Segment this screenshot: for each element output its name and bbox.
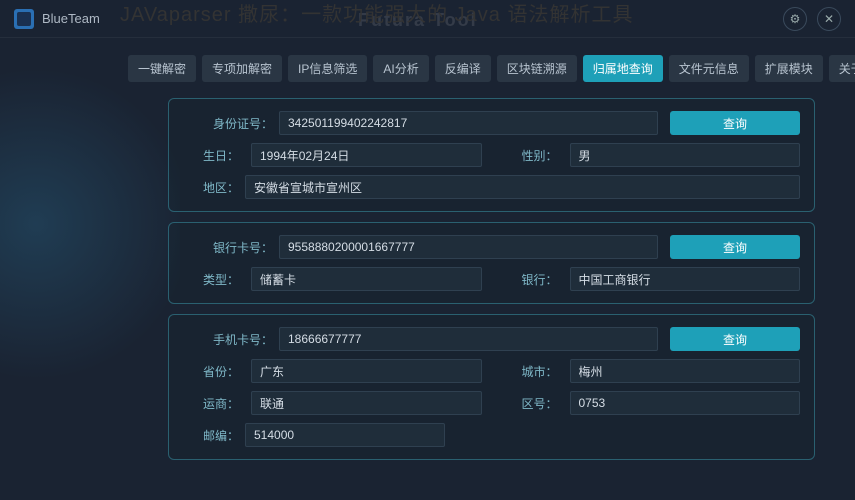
tab-ip-filter[interactable]: IP信息筛选 bbox=[288, 55, 367, 82]
phone-number-label: 手机卡号： bbox=[183, 331, 273, 348]
tab-bar: 一键解密 专项加解密 IP信息筛选 AI分析 反编译 区块链溯源 归属地查询 文… bbox=[0, 38, 855, 94]
phone-number-input[interactable] bbox=[279, 327, 658, 351]
tab-decompile[interactable]: 反编译 bbox=[435, 55, 491, 82]
bank-card-label: 银行卡号： bbox=[183, 239, 273, 256]
bank-section: 银行卡号： 查询 类型： 银行： bbox=[168, 222, 815, 304]
app-name: BlueTeam bbox=[42, 11, 100, 26]
phone-query-button[interactable]: 查询 bbox=[670, 327, 800, 351]
card-type-label: 类型： bbox=[183, 271, 239, 288]
area-code-label: 区号： bbox=[502, 395, 558, 412]
tab-ai-analysis[interactable]: AI分析 bbox=[373, 55, 428, 82]
close-icon: ✕ bbox=[824, 12, 834, 26]
region-field[interactable] bbox=[245, 175, 800, 199]
tab-extensions[interactable]: 扩展模块 bbox=[755, 55, 823, 82]
id-query-button[interactable]: 查询 bbox=[670, 111, 800, 135]
bank-card-input[interactable] bbox=[279, 235, 658, 259]
close-button[interactable]: ✕ bbox=[817, 7, 841, 31]
tab-decrypt[interactable]: 一键解密 bbox=[128, 55, 196, 82]
province-label: 省份： bbox=[183, 363, 239, 380]
bank-query-button[interactable]: 查询 bbox=[670, 235, 800, 259]
tab-blockchain[interactable]: 区块链溯源 bbox=[497, 55, 577, 82]
card-type-field[interactable] bbox=[251, 267, 482, 291]
bank-name-label: 银行： bbox=[502, 271, 558, 288]
postal-field[interactable] bbox=[245, 423, 445, 447]
city-field[interactable] bbox=[570, 359, 801, 383]
carrier-field[interactable] bbox=[251, 391, 482, 415]
region-label: 地区： bbox=[183, 179, 239, 196]
bank-name-field[interactable] bbox=[570, 267, 801, 291]
id-number-input[interactable] bbox=[279, 111, 658, 135]
app-logo-icon bbox=[14, 9, 34, 29]
birth-label: 生日： bbox=[183, 147, 239, 164]
gender-field[interactable] bbox=[570, 143, 801, 167]
tab-about[interactable]: 关于 bbox=[829, 55, 855, 82]
tab-location-lookup[interactable]: 归属地查询 bbox=[583, 55, 663, 82]
gender-label: 性别： bbox=[502, 147, 558, 164]
phone-section: 手机卡号： 查询 省份： 城市： 运商： 区号： bbox=[168, 314, 815, 460]
tab-file-meta[interactable]: 文件元信息 bbox=[669, 55, 749, 82]
gear-icon: ⚙ bbox=[790, 12, 801, 26]
postal-label: 邮编： bbox=[183, 427, 239, 444]
area-code-field[interactable] bbox=[570, 391, 801, 415]
settings-button[interactable]: ⚙ bbox=[783, 7, 807, 31]
id-number-label: 身份证号： bbox=[183, 115, 273, 132]
city-label: 城市： bbox=[502, 363, 558, 380]
carrier-label: 运商： bbox=[183, 395, 239, 412]
id-section: 身份证号： 查询 生日： 性别： 地区： bbox=[168, 98, 815, 212]
birth-field[interactable] bbox=[251, 143, 482, 167]
page-heading: JAVaparser 撒尿：一款功能强大的 Java 语法解析工具 bbox=[120, 0, 633, 27]
tab-special-crypto[interactable]: 专项加解密 bbox=[202, 55, 282, 82]
province-field[interactable] bbox=[251, 359, 482, 383]
